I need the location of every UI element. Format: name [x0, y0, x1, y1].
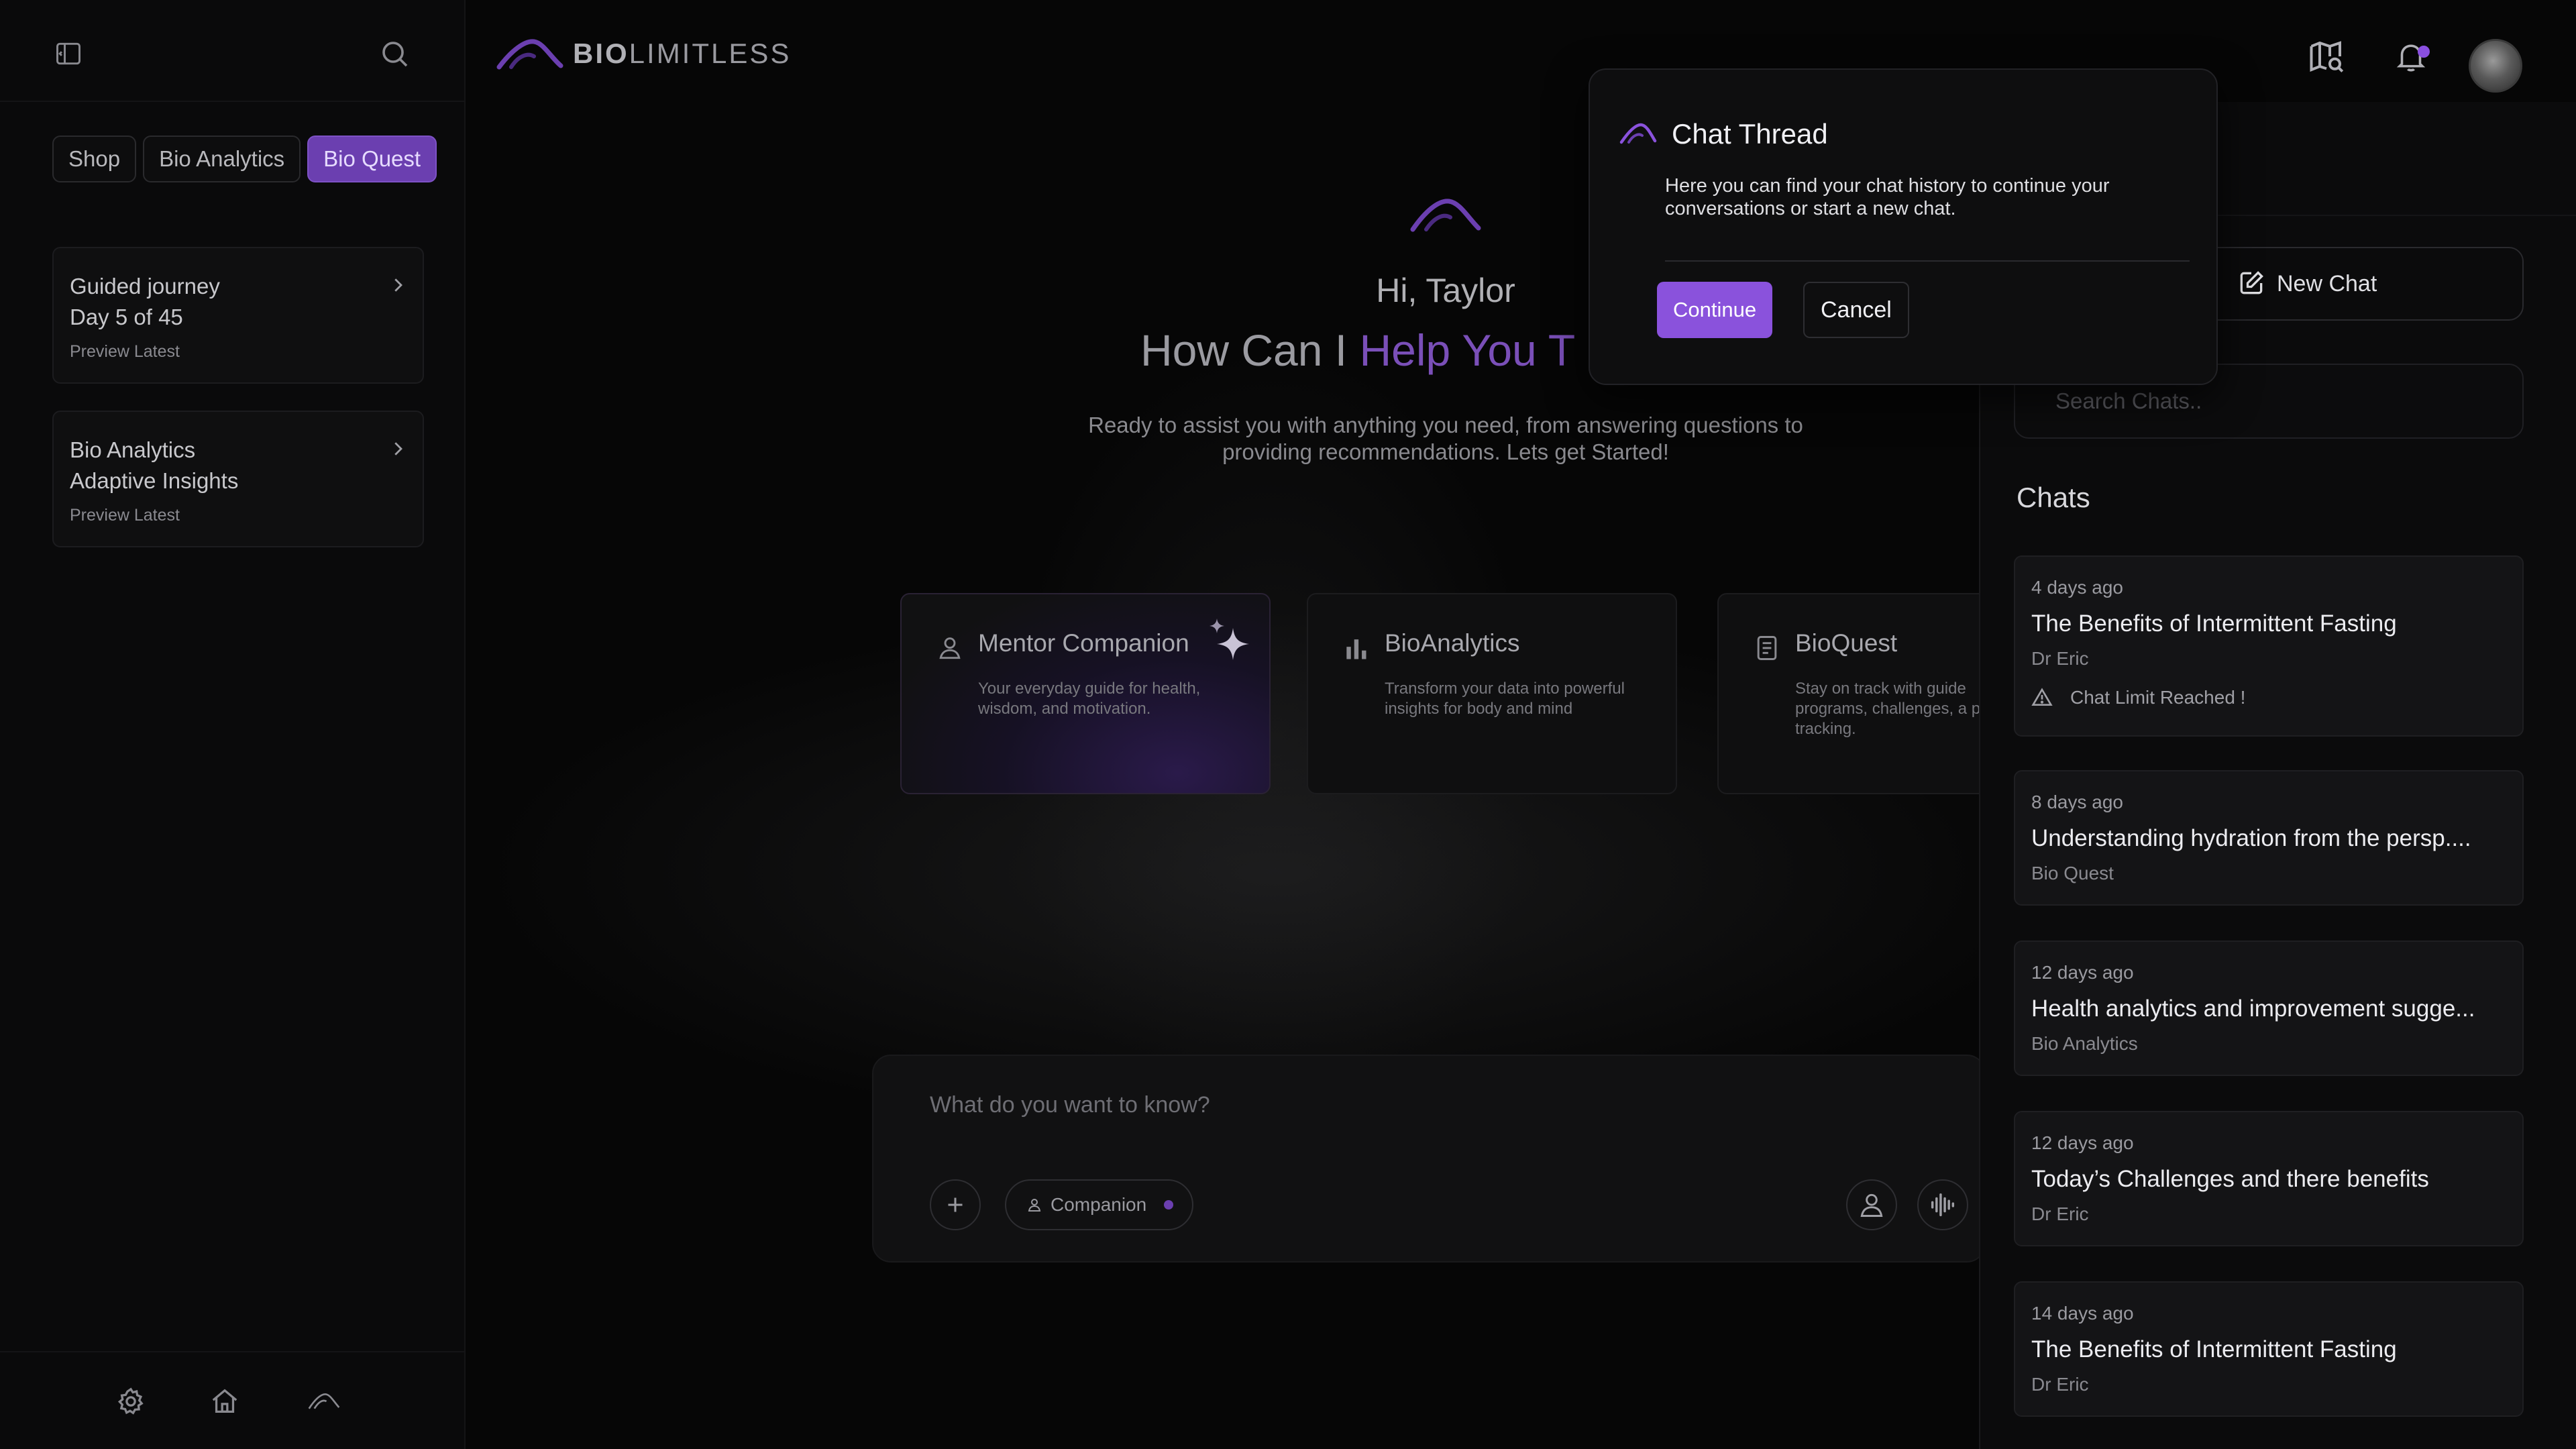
biolimitless-logo-icon[interactable]	[307, 1385, 341, 1418]
brand-logo[interactable]: BIOLIMITLESS	[496, 34, 791, 74]
profile-button[interactable]	[1846, 1179, 1897, 1230]
chat-title: The Benefits of Intermittent Fasting	[2031, 1336, 2397, 1362]
chat-source: Dr Eric	[2031, 1203, 2089, 1224]
feature-description: Transform your data into powerful insigh…	[1385, 680, 1625, 718]
tab-bio-analytics[interactable]: Bio Analytics	[143, 136, 301, 182]
card-title: Bio Analytics	[70, 437, 196, 462]
mode-indicator-dot	[1164, 1200, 1174, 1210]
feature-description: Stay on track with guide programs, chall…	[1795, 680, 1998, 738]
chat-list-item[interactable]: 14 days ago The Benefits of Intermittent…	[2014, 1281, 2524, 1417]
feature-title: BioQuest	[1795, 629, 1898, 657]
greeting: Hi, Taylor	[1376, 272, 1515, 309]
chat-source: Dr Eric	[2031, 648, 2089, 669]
mode-selector[interactable]: Companion	[1005, 1179, 1194, 1230]
feature-description: Your everyday guide for health, wisdom, …	[978, 680, 1201, 718]
message-input[interactable]: What do you want to know?	[930, 1092, 1210, 1118]
notification-badge	[2418, 46, 2430, 58]
feature-title: BioAnalytics	[1385, 629, 1520, 657]
settings-icon[interactable]	[114, 1385, 148, 1418]
cancel-button[interactable]: Cancel	[1803, 282, 1909, 338]
chats-heading: Chats	[2017, 482, 2090, 513]
app-root: Shop Bio Analytics Bio Quest Guided jour…	[0, 0, 2576, 1449]
sidebar-footer	[0, 1351, 466, 1449]
hero-logo-icon	[1410, 199, 1481, 232]
chat-timestamp: 8 days ago	[2031, 792, 2123, 812]
bio-analytics-card[interactable]: Bio Analytics Adaptive Insights Preview …	[52, 411, 424, 547]
chat-composer: What do you want to know? Companion	[872, 1055, 1986, 1263]
popover-title: Chat Thread	[1672, 118, 1828, 150]
voice-input-button[interactable]	[1917, 1179, 1968, 1230]
add-attachment-button[interactable]	[930, 1179, 981, 1230]
card-preview-link[interactable]: Preview Latest	[70, 342, 407, 362]
popover-divider	[1665, 260, 2190, 262]
card-preview-link[interactable]: Preview Latest	[70, 506, 407, 525]
chat-source: Dr Eric	[2031, 1374, 2089, 1395]
chat-source: Bio Quest	[2031, 863, 2114, 883]
chat-list-item[interactable]: 4 days ago The Benefits of Intermittent …	[2014, 555, 2524, 737]
new-chat-label: New Chat	[2277, 270, 2377, 297]
tab-shop[interactable]: Shop	[52, 136, 137, 182]
avatar[interactable]	[2469, 39, 2522, 93]
card-title: Guided journey	[70, 274, 220, 299]
waveform-icon	[1931, 1193, 1955, 1217]
chat-title: Health analytics and improvement sugge..…	[2031, 996, 2475, 1022]
chat-list-item[interactable]: 12 days ago Today’s Challenges and there…	[2014, 1111, 2524, 1246]
edit-icon	[2240, 271, 2263, 294]
search-icon[interactable]	[377, 36, 412, 71]
chat-timestamp: 14 days ago	[2031, 1303, 2134, 1324]
sidebar-header	[0, 0, 464, 102]
sparkle-icon	[1210, 619, 1249, 660]
chat-title: Understanding hydration from the persp..…	[2031, 825, 2471, 851]
chat-timestamp: 12 days ago	[2031, 962, 2134, 983]
continue-button[interactable]: Continue	[1657, 282, 1773, 338]
person-icon	[1860, 1193, 1883, 1217]
card-subtitle: Adaptive Insights	[70, 468, 239, 493]
brand-wordmark: BIOLIMITLESS	[573, 38, 792, 69]
popover-description: Here you can find your chat history to c…	[1665, 175, 2110, 219]
tab-bio-quest[interactable]: Bio Quest	[307, 136, 437, 182]
chat-title: Today’s Challenges and there benefits	[2031, 1166, 2429, 1192]
chat-timestamp: 4 days ago	[2031, 577, 2123, 598]
left-sidebar: Shop Bio Analytics Bio Quest Guided jour…	[0, 0, 466, 1449]
chat-limit-warning: Chat Limit Reached !	[2031, 687, 2506, 708]
bioanalytics-card[interactable]: BioAnalytics Transform your data into po…	[1307, 593, 1677, 794]
chevron-right-icon	[394, 442, 402, 455]
document-icon	[1757, 636, 1777, 660]
chat-list-item[interactable]: 12 days ago Health analytics and improve…	[2014, 941, 2524, 1076]
card-subtitle: Day 5 of 45	[70, 305, 183, 329]
warning-icon	[2031, 688, 2053, 706]
chevron-right-icon	[394, 278, 402, 292]
feature-title: Mentor Companion	[978, 629, 1189, 657]
guided-journey-card[interactable]: Guided journey Day 5 of 45 Preview Lates…	[52, 247, 424, 384]
chat-thread-popover: Chat Thread Here you can find your chat …	[1589, 68, 2218, 385]
chat-timestamp: 12 days ago	[2031, 1132, 2134, 1153]
page-title: How Can I Help You T	[1140, 325, 1576, 375]
map-search-icon[interactable]	[2305, 35, 2348, 78]
chat-source: Bio Analytics	[2031, 1033, 2138, 1054]
brand-mark-icon	[1619, 123, 1657, 144]
brand-mark-icon	[496, 39, 564, 70]
chat-list-item[interactable]: 8 days ago Understanding hydration from …	[2014, 770, 2524, 906]
chat-title: The Benefits of Intermittent Fasting	[2031, 610, 2397, 637]
home-icon[interactable]	[208, 1385, 241, 1418]
hero-subtitle: Ready to assist you with anything you ne…	[1088, 413, 1803, 464]
sidebar-tabs: Shop Bio Analytics Bio Quest	[52, 136, 437, 182]
bar-chart-icon	[1346, 639, 1366, 659]
sidebar-toggle-icon[interactable]	[52, 38, 85, 70]
bioquest-card[interactable]: BioQuest Stay on track with guide progra…	[1717, 593, 1999, 794]
mentor-companion-card[interactable]: Mentor Companion Your everyday guide for…	[900, 593, 1271, 794]
person-icon	[1028, 1199, 1041, 1212]
mode-label: Companion	[1051, 1194, 1147, 1215]
person-icon	[939, 637, 961, 659]
